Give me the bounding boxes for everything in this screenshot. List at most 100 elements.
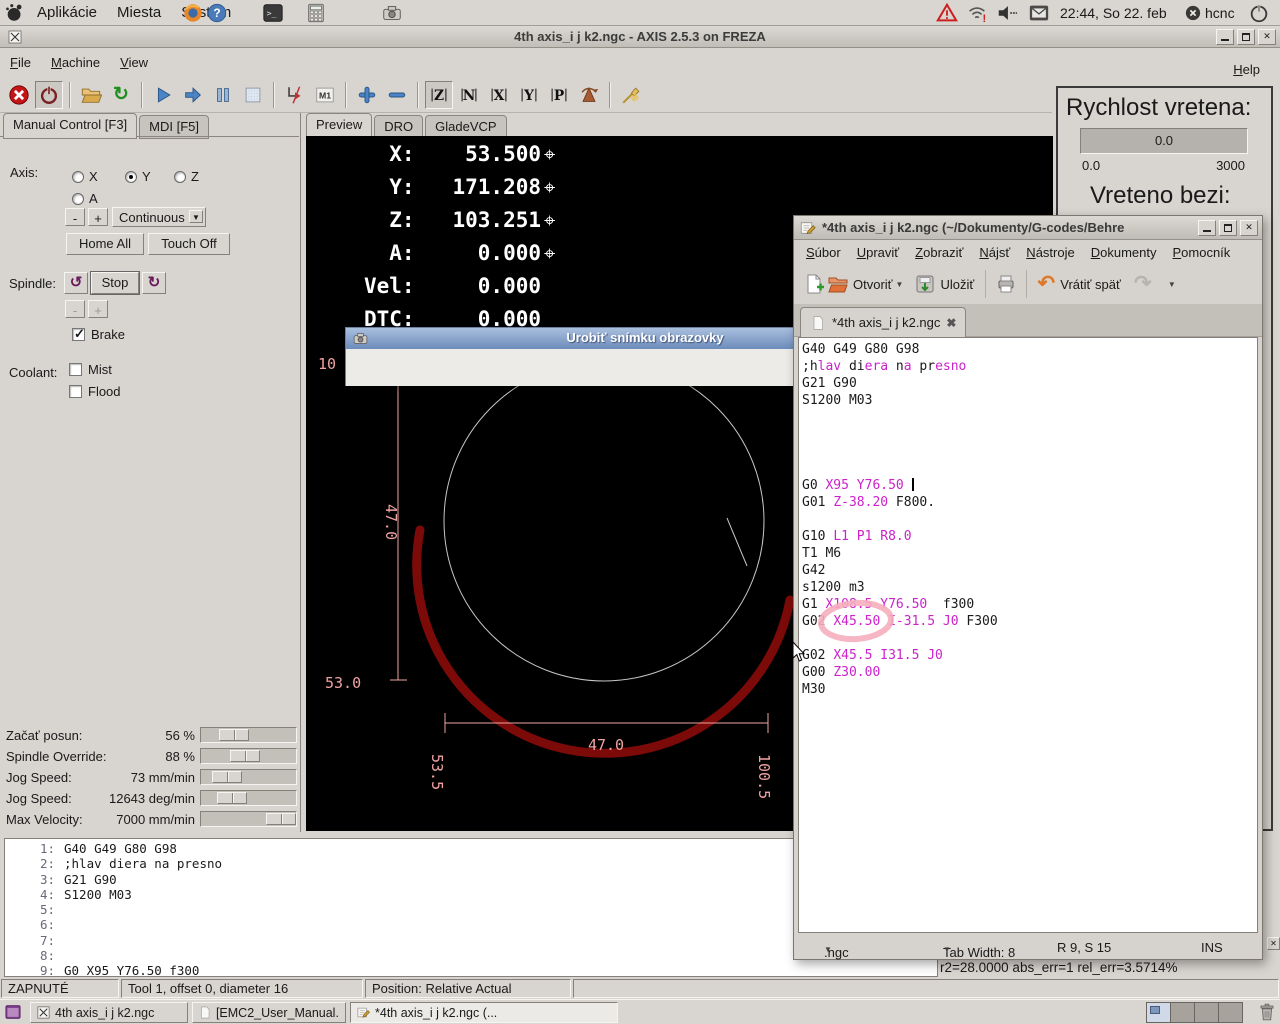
- axis-radio-x[interactable]: X: [72, 169, 98, 188]
- radio-z-icon[interactable]: [174, 171, 186, 183]
- spindle-stop-button[interactable]: Stop: [91, 272, 139, 294]
- editor-menu-s-bor[interactable]: Súbor: [798, 241, 849, 264]
- calculator-icon[interactable]: [305, 2, 327, 24]
- slider-thumb[interactable]: [217, 792, 247, 804]
- axis-radio-y[interactable]: Y: [125, 169, 151, 188]
- zoom-out-button[interactable]: [383, 81, 411, 109]
- menu-view[interactable]: View: [110, 48, 158, 77]
- undo-icon[interactable]: ↶: [1035, 273, 1057, 295]
- editor-text-area[interactable]: G40 G49 G80 G98;hlav diera na presnoG21 …: [798, 337, 1258, 933]
- flood-checkbox[interactable]: [69, 385, 82, 398]
- editor-maximize-button[interactable]: [1219, 220, 1237, 236]
- view-p-button[interactable]: P: [545, 81, 573, 109]
- workspace-3[interactable]: [1195, 1003, 1219, 1022]
- stop-button[interactable]: [239, 81, 267, 109]
- tab-close-icon[interactable]: ✖: [946, 316, 956, 330]
- clear-plot-button[interactable]: [617, 81, 645, 109]
- run-button[interactable]: [149, 81, 177, 109]
- home-all-button[interactable]: Home All: [66, 233, 144, 255]
- editor-menu-dokumenty[interactable]: Dokumenty: [1083, 241, 1165, 264]
- editor-menu-pomocn-k[interactable]: Pomocník: [1164, 241, 1238, 264]
- editor-menu-n-stroje[interactable]: Nástroje: [1018, 241, 1082, 264]
- redo-icon[interactable]: ↷: [1132, 273, 1154, 295]
- save-icon[interactable]: [913, 272, 937, 296]
- slider-thumb[interactable]: [219, 729, 249, 741]
- brake-checkbox[interactable]: [72, 328, 85, 341]
- show-desktop-icon[interactable]: [4, 1003, 22, 1021]
- slider-track[interactable]: [200, 790, 297, 806]
- radio-y-icon[interactable]: [125, 171, 137, 183]
- spindle-ccw-button[interactable]: ↺: [64, 272, 88, 294]
- warning-icon[interactable]: [936, 2, 958, 24]
- machine-power-button[interactable]: [35, 81, 63, 109]
- open-dropdown-icon[interactable]: ▼: [896, 280, 904, 289]
- workspace-switcher[interactable]: [1146, 1002, 1243, 1023]
- slider-track[interactable]: [200, 811, 297, 827]
- screenshot-icon[interactable]: [381, 2, 403, 24]
- spindle-plus-button[interactable]: +: [88, 300, 108, 318]
- panel-menu-miesta[interactable]: Miesta: [107, 4, 171, 21]
- tab-manual-control-f3[interactable]: Manual Control [F3]: [3, 113, 137, 139]
- jog-minus-button[interactable]: -: [65, 208, 85, 226]
- slider-track[interactable]: [200, 769, 297, 785]
- view-y-button[interactable]: Y: [515, 81, 543, 109]
- editor-titlebar[interactable]: *4th axis_i j k2.ngc (~/Dokumenty/G-code…: [794, 216, 1262, 240]
- panel-close-icon[interactable]: ✕: [1267, 937, 1280, 950]
- open-icon[interactable]: [826, 272, 850, 296]
- undo-button[interactable]: Vrátiť späť: [1060, 277, 1121, 292]
- save-button[interactable]: Uložiť: [940, 277, 974, 292]
- new-document-icon[interactable]: [802, 272, 826, 296]
- axis-radio-z[interactable]: Z: [174, 169, 199, 188]
- reload-button[interactable]: ↻: [107, 81, 135, 109]
- shutdown-icon[interactable]: [1248, 2, 1270, 24]
- view-x-button[interactable]: X: [485, 81, 513, 109]
- help-icon[interactable]: ?: [206, 2, 228, 24]
- main-menu-icon[interactable]: [4, 2, 26, 24]
- touch-off-button[interactable]: Touch Off: [148, 233, 230, 255]
- view-z-rotated-button[interactable]: N: [455, 81, 483, 109]
- menu-help[interactable]: Help: [1223, 55, 1270, 84]
- minimize-button[interactable]: [1216, 29, 1234, 45]
- optional-stop-m1-button[interactable]: M1: [311, 81, 339, 109]
- open-button[interactable]: Otvoriť: [853, 277, 893, 292]
- taskbar-button[interactable]: 4th axis_i j k2.ngc: [30, 1002, 188, 1023]
- editor-close-button[interactable]: ✕: [1240, 220, 1258, 236]
- pause-button[interactable]: [209, 81, 237, 109]
- slider-track[interactable]: [200, 748, 297, 764]
- jog-mode-dropdown[interactable]: Continuous ▼: [112, 207, 206, 227]
- open-file-button[interactable]: [77, 81, 105, 109]
- editor-minimize-button[interactable]: [1198, 220, 1216, 236]
- clock[interactable]: 22:44, So 22. feb: [1060, 5, 1167, 21]
- trash-icon[interactable]: [1256, 1001, 1278, 1023]
- dropdown-arrow-icon[interactable]: ▼: [189, 210, 203, 223]
- user-status-icon[interactable]: [1184, 4, 1202, 22]
- mist-checkbox[interactable]: [69, 363, 82, 376]
- slider-thumb[interactable]: [230, 750, 260, 762]
- estop-button[interactable]: [5, 81, 33, 109]
- username[interactable]: hcnc: [1205, 5, 1235, 21]
- workspace-1[interactable]: [1147, 1003, 1171, 1022]
- firefox-icon[interactable]: [182, 2, 204, 24]
- taskbar-button[interactable]: *4th axis_i j k2.ngc (...: [350, 1002, 618, 1023]
- terminal-icon[interactable]: >_: [262, 2, 284, 24]
- step-button[interactable]: [179, 81, 207, 109]
- radio-x-icon[interactable]: [72, 171, 84, 183]
- taskbar-button[interactable]: [EMC2_User_Manual....: [192, 1002, 346, 1023]
- close-button[interactable]: ✕: [1258, 29, 1276, 45]
- redo-dropdown-icon[interactable]: ▼: [1168, 280, 1176, 289]
- editor-menu-upravi[interactable]: Upraviť: [849, 241, 907, 264]
- spindle-cw-button[interactable]: ↻: [142, 272, 166, 294]
- radio-a-icon[interactable]: [72, 193, 84, 205]
- slider-thumb[interactable]: [212, 771, 242, 783]
- panel-menu-aplik-cie[interactable]: Aplikácie: [27, 4, 107, 21]
- slider-track[interactable]: [200, 727, 297, 743]
- maximize-button[interactable]: [1237, 29, 1255, 45]
- mail-icon[interactable]: [1028, 2, 1050, 24]
- menu-file[interactable]: File: [0, 48, 41, 77]
- slider-thumb[interactable]: [266, 813, 296, 825]
- rotate-view-button[interactable]: [575, 81, 603, 109]
- spindle-minus-button[interactable]: -: [65, 300, 85, 318]
- zoom-in-button[interactable]: [353, 81, 381, 109]
- run-from-line-button[interactable]: [281, 81, 309, 109]
- editor-document-tab[interactable]: *4th axis_i j k2.ngc ✖: [800, 307, 966, 337]
